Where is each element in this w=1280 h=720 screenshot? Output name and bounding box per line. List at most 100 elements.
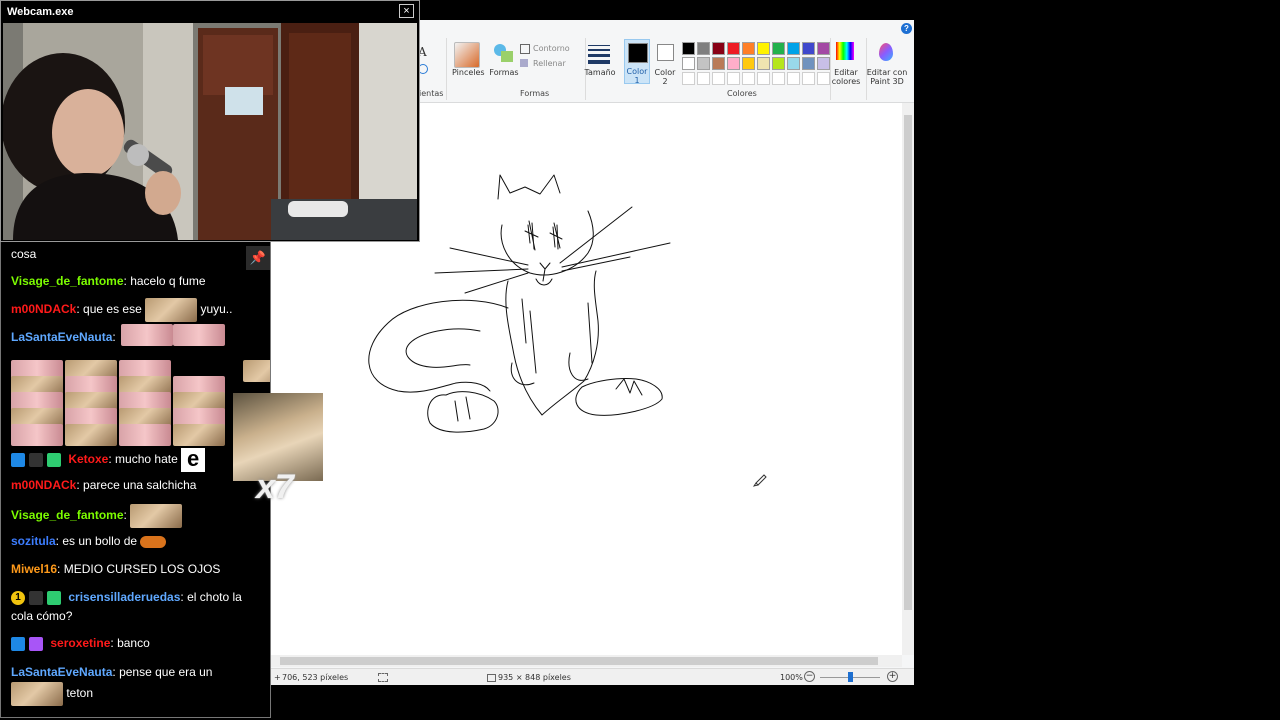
horizontal-scrollbar[interactable]	[270, 655, 902, 667]
paint3d-label[interactable]: Editar con	[864, 68, 910, 77]
edit-colors-label-2[interactable]: colores	[830, 77, 862, 86]
palette-swatch[interactable]	[727, 57, 740, 70]
color1-button[interactable]: Color 1	[624, 39, 650, 85]
custom-color-slot[interactable]	[697, 72, 710, 85]
emote	[11, 424, 63, 446]
message-text: es un bollo de	[62, 534, 138, 548]
palette-swatch[interactable]	[682, 42, 695, 55]
palette-swatch[interactable]	[772, 42, 785, 55]
color1-swatch	[628, 43, 648, 63]
edit-colors-icon[interactable]	[836, 42, 854, 60]
palette-swatch[interactable]	[817, 57, 830, 70]
username[interactable]: Miwel16	[11, 562, 57, 576]
palette-swatch[interactable]	[802, 57, 815, 70]
palette-swatch[interactable]	[772, 57, 785, 70]
username[interactable]: Ketoxe	[68, 452, 108, 466]
custom-color-slot[interactable]	[742, 72, 755, 85]
palette-swatch[interactable]	[787, 42, 800, 55]
colon: :	[112, 665, 116, 679]
outline-button[interactable]: Contorno	[533, 44, 570, 53]
size-button[interactable]: Tamaño	[584, 68, 616, 77]
message-text: cosa	[11, 247, 37, 261]
username[interactable]: Visage_de_fantome	[11, 508, 124, 522]
palette-swatch[interactable]	[742, 57, 755, 70]
palette-swatch[interactable]	[682, 57, 695, 70]
palette-swatch[interactable]	[697, 57, 710, 70]
size-icon[interactable]	[588, 44, 610, 64]
zoom-slider-thumb[interactable]	[848, 672, 853, 682]
zoom-out-button[interactable]: −	[804, 671, 815, 682]
username[interactable]: m00NDACk	[11, 478, 76, 492]
zoom-in-button[interactable]: +	[887, 671, 898, 682]
chat-message: 1 crisensilladeruedas: el choto la	[11, 590, 242, 605]
badge-icon	[11, 636, 25, 651]
username[interactable]: LaSantaEveNauta	[11, 665, 112, 679]
colon: :	[57, 562, 61, 576]
message-text: MEDIO CURSED LOS OJOS	[63, 562, 221, 576]
paint3d-label-2[interactable]: Paint 3D	[864, 77, 910, 86]
pin-icon[interactable]: 📌	[246, 246, 270, 270]
help-icon[interactable]: ?	[901, 23, 912, 34]
webcam-title: Webcam.exe	[7, 6, 74, 18]
palette-swatch[interactable]	[712, 42, 725, 55]
custom-color-slot[interactable]	[787, 72, 800, 85]
badge-icon: 1	[11, 590, 25, 605]
horizontal-scroll-thumb[interactable]	[280, 657, 878, 665]
emote	[243, 360, 270, 382]
chat-message-continuation: cola cómo?	[11, 609, 72, 624]
colon: :	[76, 302, 80, 317]
badge-icon	[47, 590, 61, 605]
message-text: pense que era un	[119, 665, 213, 679]
custom-color-slot[interactable]	[757, 72, 770, 85]
custom-color-slot[interactable]	[802, 72, 815, 85]
colon: :	[123, 508, 127, 523]
cat-emote	[130, 504, 183, 528]
palette-swatch[interactable]	[757, 42, 770, 55]
custom-color-slot[interactable]	[727, 72, 740, 85]
custom-color-slot[interactable]	[817, 72, 830, 85]
custom-color-slot[interactable]	[772, 72, 785, 85]
palette-swatch[interactable]	[787, 57, 800, 70]
vertical-scrollbar[interactable]	[902, 103, 914, 655]
message-text: que es ese	[83, 302, 142, 317]
webcam-close-button[interactable]: ×	[399, 4, 414, 18]
chat-message: cosa	[11, 247, 36, 262]
palette-swatch[interactable]	[697, 42, 710, 55]
image-size: 935 × 848 píxeles	[498, 673, 571, 682]
brushes-icon[interactable]	[454, 42, 480, 68]
emote-spam-grid	[11, 324, 270, 446]
fill-button[interactable]: Rellenar	[533, 59, 566, 68]
username[interactable]: sozitula	[11, 534, 56, 548]
username[interactable]: seroxetine	[50, 636, 110, 650]
username[interactable]: Visage_de_fantome	[11, 274, 124, 288]
pencil-cursor-icon	[752, 474, 767, 487]
paint3d-icon[interactable]	[879, 43, 893, 61]
message-text: cola cómo?	[11, 609, 73, 623]
custom-color-slot[interactable]	[712, 72, 725, 85]
palette-swatch[interactable]	[802, 42, 815, 55]
vertical-scroll-thumb[interactable]	[904, 115, 912, 610]
message-text: hacelo q fume	[130, 274, 206, 288]
palette-swatch[interactable]	[757, 57, 770, 70]
cursor-position: 706, 523 píxeles	[282, 673, 349, 682]
color2-swatch[interactable]	[657, 44, 674, 61]
palette-swatch[interactable]	[727, 42, 740, 55]
colon: :	[123, 274, 127, 288]
shapes-icon[interactable]	[492, 42, 516, 64]
chat-message: m00NDACk: parece una salchicha	[11, 478, 196, 493]
custom-color-slot[interactable]	[682, 72, 695, 85]
palette-swatch[interactable]	[817, 42, 830, 55]
colon: :	[110, 636, 114, 650]
message-text: mucho hate	[115, 452, 178, 467]
edit-colors-label[interactable]: Editar	[830, 68, 862, 77]
username[interactable]: crisensilladeruedas	[68, 590, 180, 604]
outline-icon	[520, 44, 530, 54]
cat-emote	[145, 298, 198, 322]
palette-swatch[interactable]	[712, 57, 725, 70]
chat-panel: 📌 cosa Visage_de_fantome: hacelo q fume …	[0, 242, 271, 718]
brushes-button[interactable]: Pinceles	[452, 68, 485, 77]
palette-swatch[interactable]	[742, 42, 755, 55]
shapes-button[interactable]: Formas	[488, 68, 520, 77]
username[interactable]: m00NDACk	[11, 302, 76, 316]
badge-icon	[47, 453, 61, 467]
